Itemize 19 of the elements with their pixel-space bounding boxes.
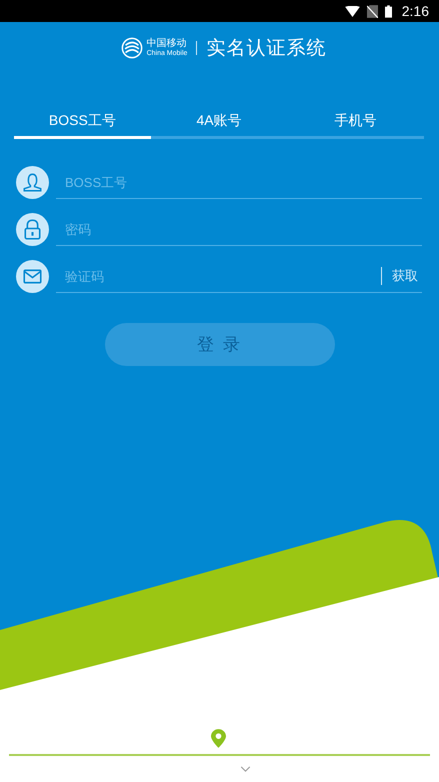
input-field[interactable]: 密码 xyxy=(56,217,422,241)
get-code-button[interactable]: 获取 xyxy=(388,267,422,285)
battery-icon xyxy=(384,4,392,18)
brand-name: 中国移动 xyxy=(146,39,187,49)
chevron-down-icon[interactable] xyxy=(240,766,251,772)
location-pin-icon xyxy=(211,729,226,748)
envelope-icon xyxy=(16,260,49,293)
no-sim-icon xyxy=(366,4,378,18)
person-icon xyxy=(16,166,49,199)
app-title: 实名认证系统 xyxy=(206,36,326,61)
input-field[interactable]: BOSS工号 xyxy=(56,170,422,194)
logo-icon xyxy=(120,37,143,59)
wifi-icon xyxy=(344,6,360,16)
clock-time: 2:16 xyxy=(402,3,429,19)
login-tab[interactable]: BOSS工号 xyxy=(14,104,151,139)
login-tab[interactable]: 4A账号 xyxy=(150,104,288,139)
lock-icon xyxy=(16,213,49,246)
login-tab[interactable]: 手机号 xyxy=(287,104,424,139)
input-field[interactable]: 验证码 xyxy=(56,264,381,288)
